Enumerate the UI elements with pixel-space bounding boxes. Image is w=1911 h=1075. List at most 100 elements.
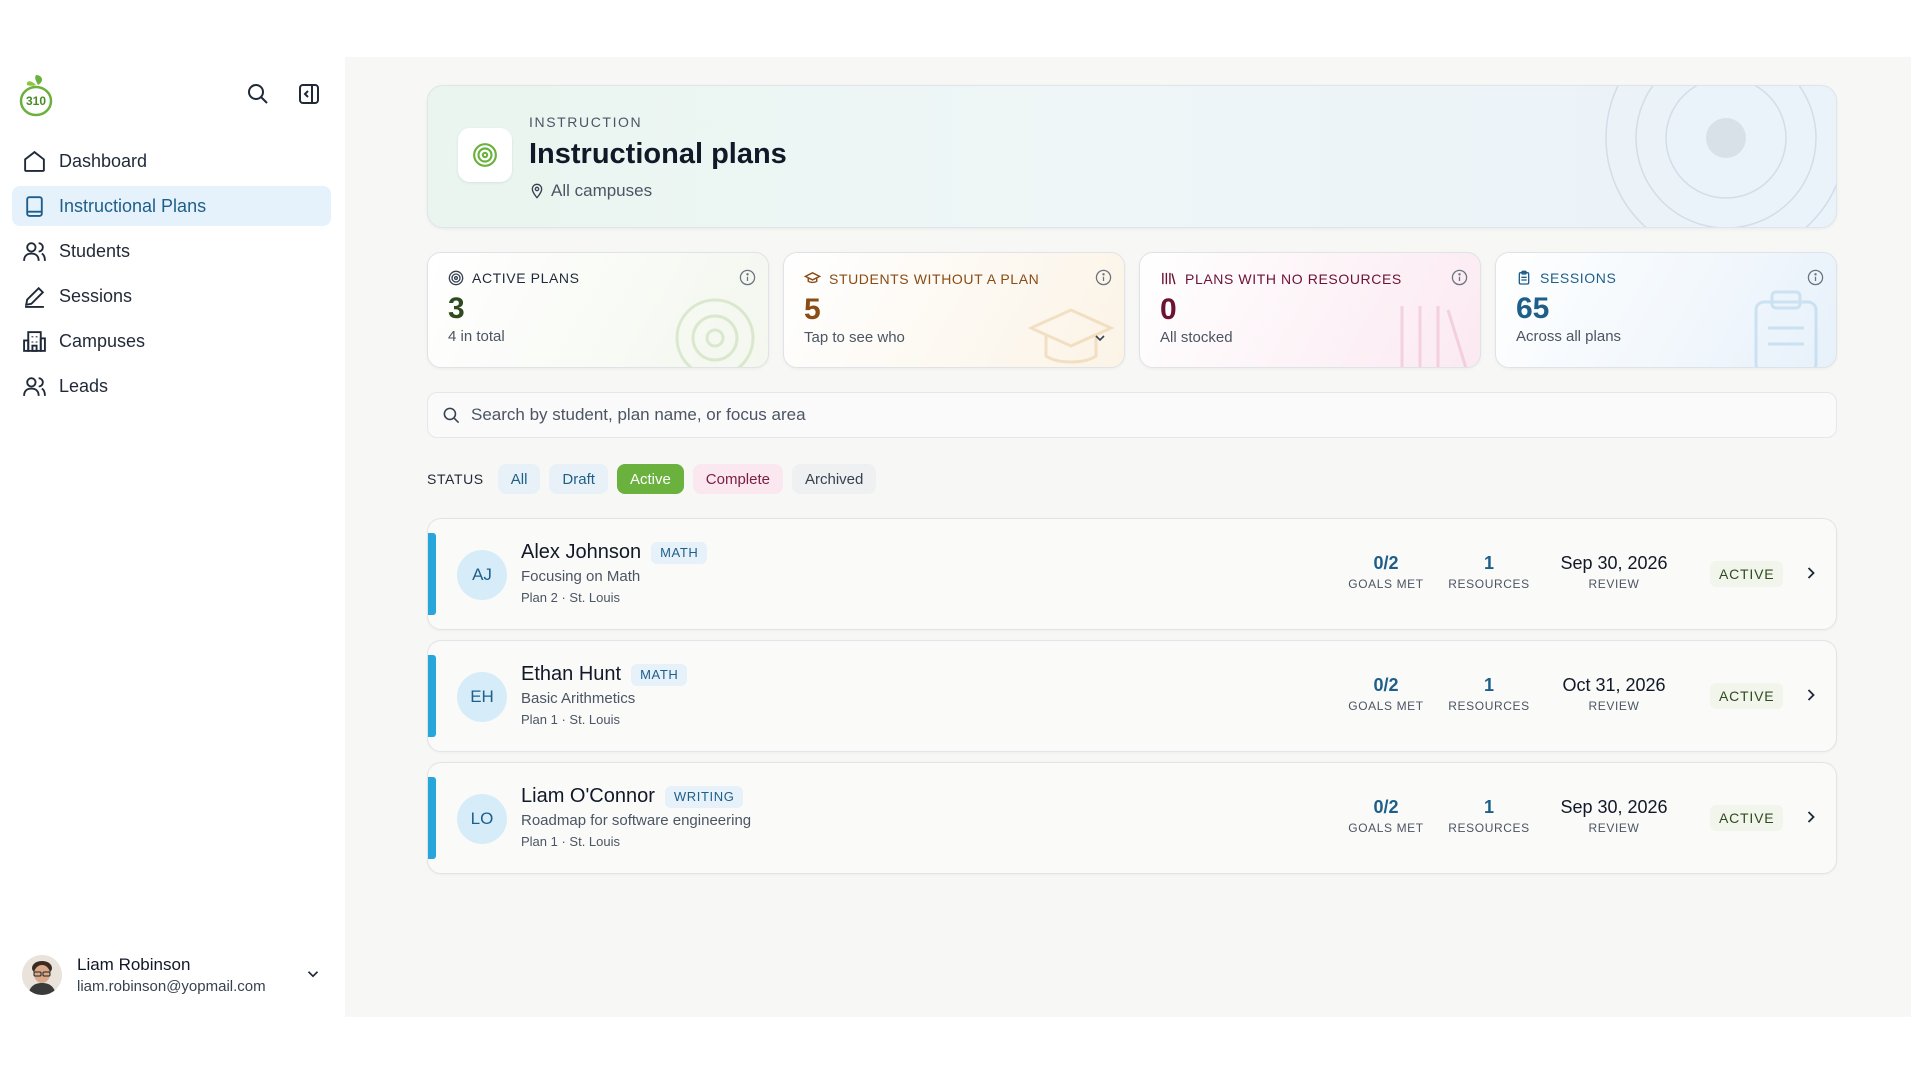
student-name: Liam O'Connor — [521, 785, 655, 807]
user-name: Liam Robinson — [77, 955, 191, 974]
page-header: INSTRUCTION Instructional plans All camp… — [427, 85, 1837, 228]
resources-metric: 1 RESOURCES — [1448, 553, 1530, 591]
filter-chip-draft[interactable]: Draft — [549, 464, 608, 494]
clipboard-decoration-icon — [1748, 288, 1828, 367]
plan-row[interactable]: EH Ethan Hunt MATH Basic Arithmetics Pla… — [427, 640, 1837, 752]
book-icon — [26, 195, 43, 217]
sidebar-item-leads[interactable]: Leads — [12, 366, 331, 406]
page-eyebrow: INSTRUCTION — [529, 114, 643, 130]
sidebar-item-instructional-plans[interactable]: Instructional Plans — [12, 186, 331, 226]
stat-label: PLANS WITH NO RESOURCES — [1160, 270, 1460, 287]
status-badge: ACTIVE — [1710, 805, 1784, 831]
filter-chip-all[interactable]: All — [497, 464, 541, 494]
student-name: Ethan Hunt — [521, 663, 622, 685]
plan-focus: Focusing on Math — [521, 568, 641, 585]
svg-text:310: 310 — [26, 94, 46, 108]
sidebar-item-campuses[interactable]: Campuses — [12, 321, 331, 361]
plan-row[interactable]: AJ Alex Johnson MATH Focusing on Math Pl… — [427, 518, 1837, 630]
building-icon — [23, 330, 46, 352]
stat-card-sessions[interactable]: SESSIONS 65 Across all plans — [1495, 252, 1837, 368]
subject-tag: MATH — [651, 541, 708, 564]
status-badge: ACTIVE — [1710, 561, 1784, 587]
filter-chip-active[interactable]: Active — [616, 464, 684, 494]
search-bar[interactable] — [427, 392, 1837, 438]
sidebar-item-students[interactable]: Students — [12, 231, 331, 271]
stat-card-students-without-plan[interactable]: STUDENTS WITHOUT A PLAN 5 Tap to see who — [783, 252, 1125, 368]
user-menu[interactable]: Liam Robinson liam.robinson@yopmail.com — [22, 953, 322, 997]
location-selector: All campuses — [529, 181, 652, 201]
chevron-right-icon[interactable] — [1801, 807, 1821, 832]
plan-meta: Plan 1 · St. Louis — [521, 834, 620, 849]
target-decoration-icon — [670, 288, 760, 367]
collapse-sidebar-icon[interactable] — [294, 79, 324, 109]
status-filter: STATUS All Draft Active Complete Archive… — [427, 464, 1837, 494]
sidebar-item-label: Dashboard — [59, 150, 148, 171]
sidebar-item-label: Campuses — [59, 330, 146, 351]
info-icon[interactable] — [1451, 269, 1468, 291]
avatar — [22, 955, 62, 995]
sidebar: 310 Dashboard Instructional Plans Studen… — [0, 57, 345, 1017]
plan-row[interactable]: LO Liam O'Connor WRITING Roadmap for sof… — [427, 762, 1837, 874]
plan-focus: Basic Arithmetics — [521, 690, 636, 707]
chevron-right-icon[interactable] — [1801, 563, 1821, 588]
sidebar-item-label: Students — [59, 240, 131, 261]
user-info: Liam Robinson liam.robinson@yopmail.com — [77, 955, 266, 995]
target-decoration-icon — [1596, 86, 1836, 227]
app-window: 310 Dashboard Instructional Plans Studen… — [0, 57, 1911, 1017]
plan-accent-bar — [428, 533, 436, 615]
subject-tag: MATH — [631, 663, 688, 686]
review-date: Oct 31, 2026 REVIEW — [1562, 675, 1666, 713]
avatar: AJ — [457, 550, 507, 600]
avatar: LO — [457, 794, 507, 844]
resources-metric: 1 RESOURCES — [1448, 675, 1530, 713]
chevron-right-icon[interactable] — [1801, 685, 1821, 710]
stat-label: ACTIVE PLANS — [448, 270, 748, 286]
sidebar-item-label: Leads — [59, 375, 109, 396]
graduation-cap-icon — [804, 272, 821, 284]
sidebar-item-sessions[interactable]: Sessions — [12, 276, 331, 316]
filter-chip-archived[interactable]: Archived — [792, 464, 877, 494]
sidebar-item-dashboard[interactable]: Dashboard — [12, 141, 331, 181]
plan-info: Alex Johnson MATH Focusing on Math Plan … — [521, 541, 708, 605]
page-title: Instructional plans — [529, 138, 787, 170]
review-date: Sep 30, 2026 REVIEW — [1560, 553, 1668, 591]
status-badge: ACTIVE — [1710, 683, 1784, 709]
user-email: liam.robinson@yopmail.com — [77, 978, 266, 995]
stat-card-plans-no-resources[interactable]: PLANS WITH NO RESOURCES 0 All stocked — [1139, 252, 1481, 368]
stat-label: SESSIONS — [1516, 270, 1816, 286]
library-decoration-icon — [1392, 298, 1472, 367]
plan-info: Ethan Hunt MATH Basic Arithmetics Plan 1… — [521, 663, 688, 727]
search-icon — [443, 407, 460, 423]
resources-metric: 1 RESOURCES — [1448, 797, 1530, 835]
plan-meta: Plan 2 · St. Louis — [521, 590, 620, 605]
library-icon — [1162, 272, 1176, 285]
sidebar-item-label: Instructional Plans — [59, 195, 207, 216]
stat-card-active-plans[interactable]: ACTIVE PLANS 3 4 in total — [427, 252, 769, 368]
chevron-down-icon[interactable] — [304, 965, 322, 988]
stat-label: STUDENTS WITHOUT A PLAN — [804, 270, 1104, 287]
pen-icon — [24, 286, 45, 308]
search-input[interactable] — [471, 405, 1771, 425]
goals-metric: 0/2 GOALS MET — [1348, 553, 1424, 591]
subject-tag: WRITING — [664, 785, 744, 808]
filter-chip-complete[interactable]: Complete — [692, 464, 783, 494]
plan-accent-bar — [428, 777, 436, 859]
filter-label: STATUS — [427, 471, 484, 487]
sidebar-item-label: Sessions — [59, 285, 133, 306]
plan-focus: Roadmap for software engineering — [521, 812, 752, 829]
app-logo[interactable]: 310 — [18, 73, 54, 117]
location-label: All campuses — [551, 181, 653, 200]
goals-metric: 0/2 GOALS MET — [1348, 675, 1424, 713]
map-pin-icon — [531, 183, 543, 199]
chevron-down-icon[interactable] — [1092, 330, 1108, 351]
avatar: EH — [457, 672, 507, 722]
info-icon[interactable] — [1095, 269, 1112, 291]
home-icon — [24, 150, 45, 172]
target-icon — [448, 270, 464, 286]
review-date: Sep 30, 2026 REVIEW — [1560, 797, 1668, 835]
stats-row: ACTIVE PLANS 3 4 in total STUDENTS WITHO… — [427, 252, 1837, 368]
search-icon[interactable] — [243, 79, 273, 109]
target-icon — [458, 128, 512, 182]
users-icon — [23, 376, 46, 396]
sidebar-nav: Dashboard Instructional Plans Students S… — [12, 141, 331, 411]
